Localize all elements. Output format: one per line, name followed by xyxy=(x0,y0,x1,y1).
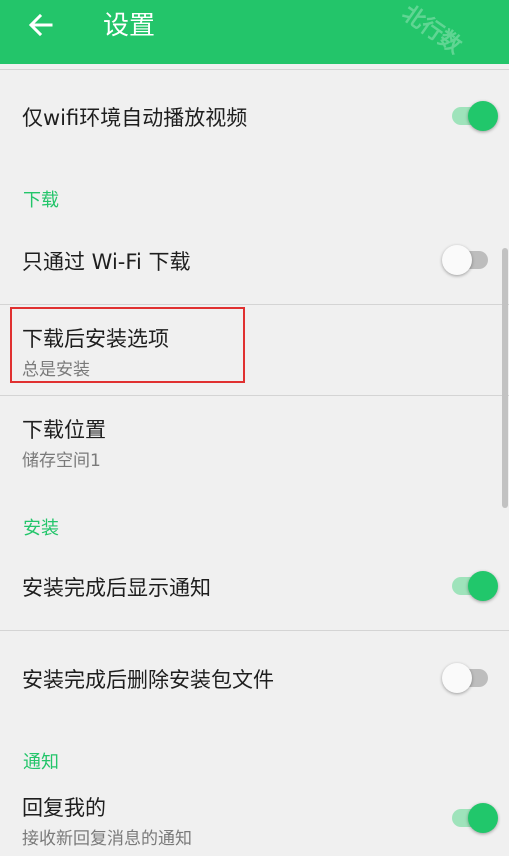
app-bar: 设置 北行数 xyxy=(0,0,509,64)
delete-after-install-toggle[interactable] xyxy=(442,661,498,695)
arrow-left-icon xyxy=(28,13,53,37)
section-header-download: 下载 xyxy=(23,190,59,211)
scrollbar[interactable] xyxy=(502,248,508,508)
section-header-install: 安装 xyxy=(23,518,59,539)
back-button[interactable] xyxy=(26,10,56,40)
setting-wifi-only-download[interactable]: 只通过 Wi-Fi 下载 xyxy=(0,228,509,292)
install-notify-toggle[interactable] xyxy=(450,569,498,603)
divider xyxy=(0,630,509,631)
divider xyxy=(0,69,509,70)
highlight-box xyxy=(10,307,245,383)
setting-label: 仅wifi环境自动播放视频 xyxy=(22,106,248,130)
setting-label: 安装完成后显示通知 xyxy=(22,576,211,600)
setting-reply-me[interactable]: 回复我的 接收新回复消息的通知 xyxy=(0,782,509,856)
settings-list: 仅wifi环境自动播放视频 下载 只通过 Wi-Fi 下载 下载后安装选项 总是… xyxy=(0,64,509,856)
watermark: 北行数 xyxy=(397,0,466,60)
setting-label: 下载位置 xyxy=(22,418,106,442)
setting-delete-after-install[interactable]: 安装完成后删除安装包文件 xyxy=(0,646,509,710)
setting-label: 只通过 Wi-Fi 下载 xyxy=(22,250,191,274)
setting-wifi-video[interactable]: 仅wifi环境自动播放视频 xyxy=(0,84,509,148)
setting-install-notify[interactable]: 安装完成后显示通知 xyxy=(0,554,509,618)
setting-download-location[interactable]: 下载位置 储存空间1 xyxy=(0,396,509,488)
setting-label: 回复我的 xyxy=(22,796,106,820)
setting-description: 接收新回复消息的通知 xyxy=(22,829,192,849)
setting-value: 储存空间1 xyxy=(22,451,101,471)
setting-label: 安装完成后删除安装包文件 xyxy=(22,668,274,692)
page-title: 设置 xyxy=(103,11,156,41)
reply-me-toggle[interactable] xyxy=(450,801,498,835)
section-header-notify: 通知 xyxy=(23,752,59,773)
wifi-video-toggle[interactable] xyxy=(450,99,498,133)
wifi-only-download-toggle[interactable] xyxy=(442,243,498,277)
